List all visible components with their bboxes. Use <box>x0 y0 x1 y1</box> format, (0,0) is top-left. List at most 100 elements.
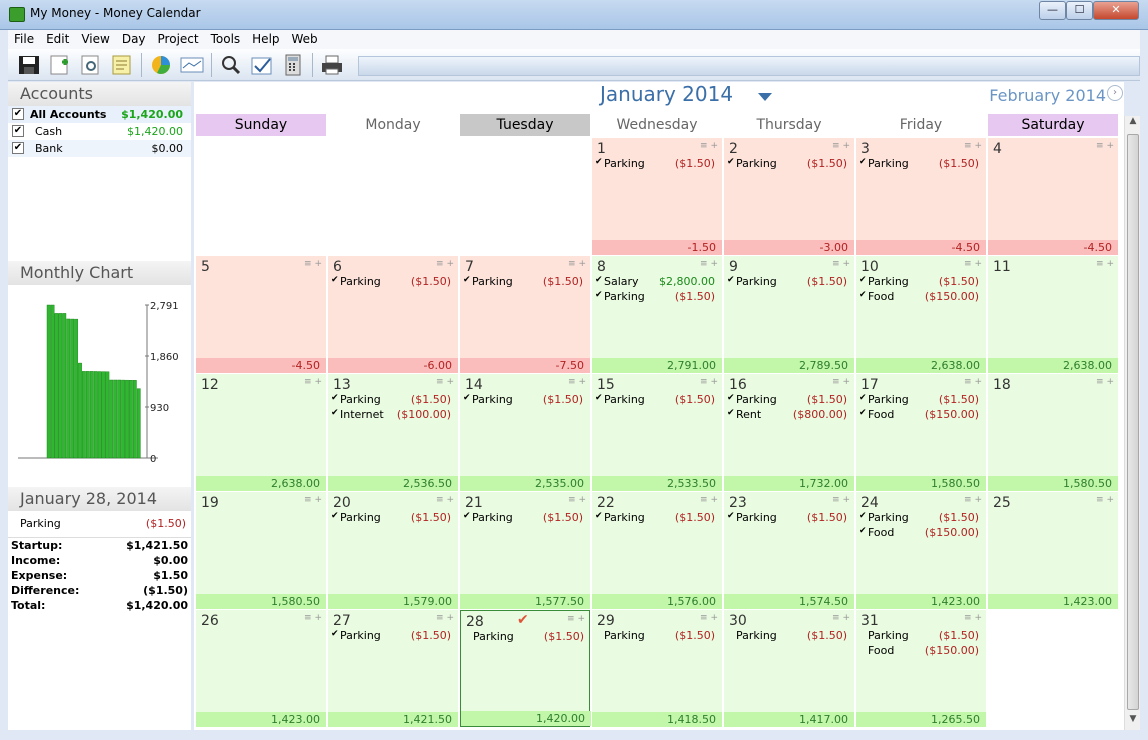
scroll-up-icon[interactable]: ▲ <box>1125 116 1141 132</box>
menu-file[interactable]: File <box>8 30 40 49</box>
notes-icon[interactable]: ≡ <box>700 377 710 387</box>
transaction[interactable]: ✔ Food ($150.00) <box>859 290 983 305</box>
day-cell[interactable]: 2 ≡ + ✔ Parking ($1.50) -3.00 <box>724 138 854 255</box>
day-cell[interactable]: 20 ≡ + ✔ Parking ($1.50) 1,579.00 <box>328 492 458 609</box>
transaction[interactable]: ✔ Parking ($1.50) <box>463 511 587 526</box>
notes-icon[interactable]: ≡ <box>436 613 446 623</box>
notes-icon[interactable]: ≡ <box>568 259 578 269</box>
day-cell[interactable]: 28 ≡ + ✔ Parking ($1.50) 1,420.00 <box>460 610 591 727</box>
notes-icon[interactable]: ≡ <box>964 495 974 505</box>
notes-icon[interactable] <box>110 54 134 76</box>
notes-icon[interactable]: ≡ <box>832 141 842 151</box>
notes-icon[interactable]: ≡ <box>700 259 710 269</box>
chevron-right-icon[interactable]: › <box>1107 85 1123 101</box>
reconcile-icon[interactable] <box>250 54 274 76</box>
add-entry-icon[interactable]: + <box>446 495 454 505</box>
transaction[interactable]: Parking ($1.50) <box>859 629 983 644</box>
add-entry-icon[interactable]: + <box>710 377 718 387</box>
add-entry-icon[interactable]: + <box>974 495 982 505</box>
minimize-button[interactable]: — <box>1039 1 1066 20</box>
transaction[interactable]: ✔ Parking ($1.50) <box>595 393 719 408</box>
day-cell[interactable]: 25 ≡ +1,423.00 <box>988 492 1118 609</box>
day-cell[interactable]: 1 ≡ + ✔ Parking ($1.50) -1.50 <box>592 138 722 255</box>
add-entry-icon[interactable]: + <box>974 141 982 151</box>
transaction[interactable]: ✔ Parking ($1.50) <box>463 275 587 290</box>
notes-icon[interactable]: ≡ <box>567 614 577 624</box>
add-entry-icon[interactable]: + <box>1106 495 1114 505</box>
add-entry-icon[interactable]: + <box>314 259 322 269</box>
add-entry-icon[interactable]: + <box>842 377 850 387</box>
scroll-thumb[interactable] <box>1127 134 1139 710</box>
transaction[interactable]: ✔ Parking ($1.50) <box>859 275 983 290</box>
day-cell[interactable]: 26 ≡ +1,423.00 <box>196 610 326 727</box>
day-cell[interactable]: 15 ≡ + ✔ Parking ($1.50) 2,533.50 <box>592 374 722 491</box>
transaction[interactable]: ✔ Parking ($1.50) <box>463 393 587 408</box>
transaction[interactable]: ✔ Parking ($1.50) <box>331 275 455 290</box>
add-entry-icon[interactable]: + <box>710 259 718 269</box>
vertical-scrollbar[interactable]: ▲ ▼ <box>1124 116 1140 730</box>
notes-icon[interactable]: ≡ <box>304 613 314 623</box>
add-entry-icon[interactable]: + <box>578 495 586 505</box>
save-icon[interactable] <box>17 54 41 76</box>
checkbox-cash[interactable]: ✔ <box>12 125 24 137</box>
notes-icon[interactable]: ≡ <box>832 377 842 387</box>
menu-edit[interactable]: Edit <box>40 30 75 49</box>
transaction[interactable]: ✔ Parking ($1.50) <box>859 157 983 172</box>
account-row-cash[interactable]: ✔ Cash $1,420.00 <box>8 123 191 140</box>
day-cell[interactable]: 11 ≡ +2,638.00 <box>988 256 1118 373</box>
add-entry-icon[interactable]: + <box>974 377 982 387</box>
notes-icon[interactable]: ≡ <box>964 377 974 387</box>
preview-icon[interactable] <box>79 54 103 76</box>
notes-icon[interactable]: ≡ <box>832 495 842 505</box>
day-cell[interactable]: 9 ≡ + ✔ Parking ($1.50) 2,789.50 <box>724 256 854 373</box>
notes-icon[interactable]: ≡ <box>436 259 446 269</box>
close-button[interactable]: ✕ <box>1093 1 1139 20</box>
notes-icon[interactable]: ≡ <box>568 377 578 387</box>
checkbox-all-accounts[interactable]: ✔ <box>12 108 24 120</box>
day-cell[interactable]: 19 ≡ +1,580.50 <box>196 492 326 609</box>
notes-icon[interactable]: ≡ <box>700 141 710 151</box>
notes-icon[interactable]: ≡ <box>304 495 314 505</box>
transaction[interactable]: ✔ Parking ($1.50) <box>595 290 719 305</box>
day-cell[interactable]: 17 ≡ + ✔ Parking ($1.50) ✔ Food ($150.00) 1,580.… <box>856 374 986 491</box>
transaction[interactable]: Food ($150.00) <box>859 644 983 659</box>
menu-view[interactable]: View <box>75 30 115 49</box>
add-entry-icon[interactable]: + <box>314 613 322 623</box>
day-cell[interactable]: 22 ≡ + ✔ Parking ($1.50) 1,576.00 <box>592 492 722 609</box>
menu-project[interactable]: Project <box>152 30 205 49</box>
notes-icon[interactable]: ≡ <box>964 259 974 269</box>
add-entry-icon[interactable]: + <box>446 613 454 623</box>
notes-icon[interactable]: ≡ <box>964 141 974 151</box>
add-entry-icon[interactable]: + <box>1106 259 1114 269</box>
day-cell[interactable]: 4 ≡ + -4.50 <box>988 138 1118 255</box>
print-icon[interactable] <box>320 54 344 76</box>
add-entry-icon[interactable]: + <box>578 259 586 269</box>
notes-icon[interactable]: ≡ <box>304 259 314 269</box>
notes-icon[interactable]: ≡ <box>436 495 446 505</box>
notes-icon[interactable]: ≡ <box>304 377 314 387</box>
day-cell[interactable]: 7 ≡ + ✔ Parking ($1.50) -7.50 <box>460 256 590 373</box>
transaction[interactable]: ✔ Parking ($1.50) <box>595 511 719 526</box>
day-cell[interactable]: 24 ≡ + ✔ Parking ($1.50) ✔ Food ($150.00) 1,423.… <box>856 492 986 609</box>
add-entry-icon[interactable]: + <box>578 377 586 387</box>
day-cell[interactable]: 21 ≡ + ✔ Parking ($1.50) 1,577.50 <box>460 492 590 609</box>
next-month-link[interactable]: February 2014 <box>989 86 1106 105</box>
day-cell[interactable]: 13 ≡ + ✔ Parking ($1.50) ✔ Internet ($100.00) 2,… <box>328 374 458 491</box>
transaction[interactable]: ✔ Parking ($1.50) <box>727 511 851 526</box>
add-entry-icon[interactable]: + <box>974 613 982 623</box>
add-entry-icon[interactable]: + <box>842 613 850 623</box>
transaction[interactable]: ✔ Parking ($1.50) <box>727 157 851 172</box>
notes-icon[interactable]: ≡ <box>700 495 710 505</box>
day-cell[interactable]: 23 ≡ + ✔ Parking ($1.50) 1,574.50 <box>724 492 854 609</box>
calculator-icon[interactable] <box>281 54 305 76</box>
transaction[interactable]: ✔ Salary $2,800.00 <box>595 275 719 290</box>
transaction[interactable]: ✔ Parking ($1.50) <box>859 393 983 408</box>
account-row-bank[interactable]: ✔ Bank $0.00 <box>8 140 191 157</box>
add-entry-icon[interactable]: + <box>842 495 850 505</box>
search-icon[interactable] <box>219 54 243 76</box>
transaction[interactable]: ✔ Parking ($1.50) <box>727 275 851 290</box>
menu-day[interactable]: Day <box>116 30 152 49</box>
account-row-all[interactable]: ✔ All Accounts $1,420.00 <box>8 106 191 123</box>
notes-icon[interactable]: ≡ <box>1096 495 1106 505</box>
day-cell[interactable]: 10 ≡ + ✔ Parking ($1.50) ✔ Food ($150.00) 2,638.… <box>856 256 986 373</box>
